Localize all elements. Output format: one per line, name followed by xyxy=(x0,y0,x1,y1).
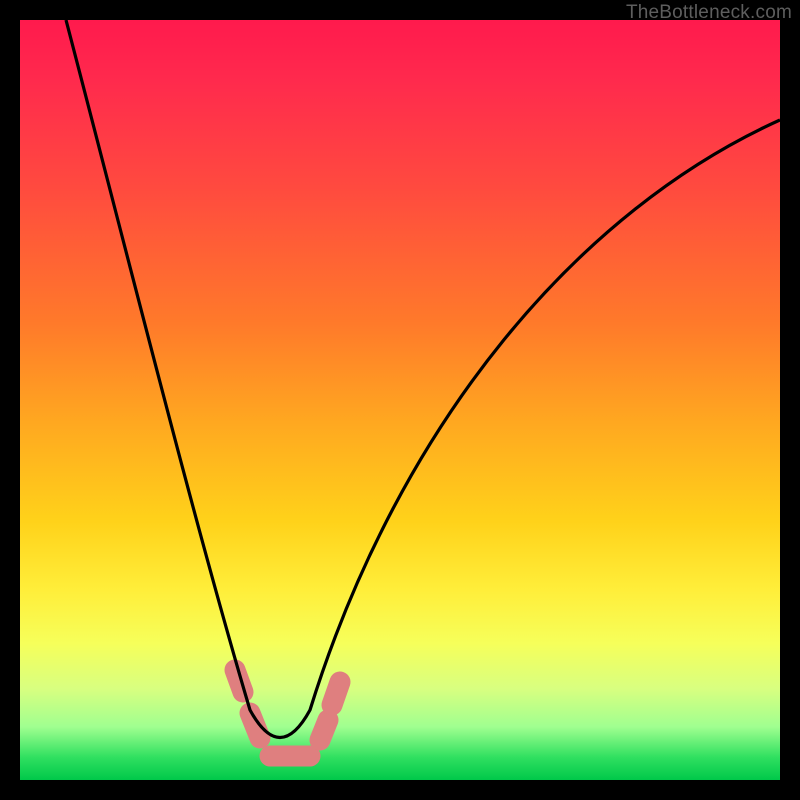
bottleneck-curve xyxy=(66,20,780,738)
plot-area xyxy=(20,20,780,780)
chart-frame: TheBottleneck.com xyxy=(0,0,800,800)
watermark-text: TheBottleneck.com xyxy=(626,2,792,24)
chart-svg xyxy=(20,20,780,780)
